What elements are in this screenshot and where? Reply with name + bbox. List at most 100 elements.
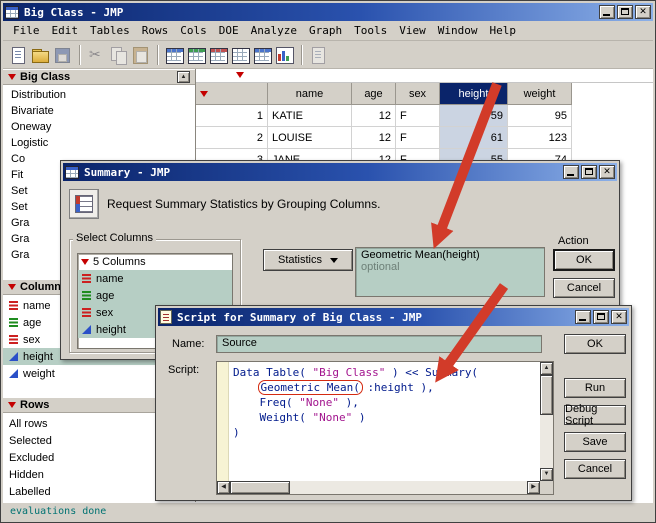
- statistics-button[interactable]: Statistics: [263, 249, 353, 271]
- summary-table-icon[interactable]: [186, 45, 206, 65]
- code-line: ): [233, 425, 539, 440]
- column-label: weight: [23, 367, 55, 380]
- save-icon[interactable]: [52, 45, 72, 65]
- row-number-cell[interactable]: 2: [196, 127, 268, 149]
- column-label: sex: [96, 306, 114, 319]
- ok-button[interactable]: OK: [553, 249, 615, 271]
- sort-table-icon[interactable]: [208, 45, 228, 65]
- summary-dialog-titlebar[interactable]: Summary - JMP ✕: [63, 163, 617, 181]
- statistics-value: Geometric Mean(height): [361, 249, 480, 261]
- minimize-button[interactable]: [575, 310, 591, 324]
- data-table-icon[interactable]: [164, 45, 184, 65]
- scroll-down-icon[interactable]: ▼: [540, 468, 553, 481]
- script-editor[interactable]: Data Table( "Big Class" ) << Summary( Ge…: [216, 361, 554, 495]
- column-header-height[interactable]: height: [440, 83, 508, 105]
- column-header-weight[interactable]: weight: [508, 83, 572, 105]
- annotate-icon[interactable]: [308, 45, 328, 65]
- red-triangle-icon[interactable]: [81, 259, 89, 265]
- menu-cols[interactable]: Cols: [174, 22, 213, 39]
- data-cell[interactable]: KATIE: [268, 105, 352, 127]
- analysis-item[interactable]: Oneway: [3, 119, 195, 135]
- column-header-sex[interactable]: sex: [396, 83, 440, 105]
- statistics-field[interactable]: Geometric Mean(height) optional: [355, 247, 545, 297]
- panel-scroll-up-button[interactable]: ▲: [177, 71, 190, 83]
- close-button[interactable]: ✕: [599, 165, 615, 179]
- menu-graph[interactable]: Graph: [303, 22, 348, 39]
- table-panel-title: Big Class: [20, 71, 71, 83]
- data-cell[interactable]: F: [396, 105, 440, 127]
- menu-rows[interactable]: Rows: [136, 22, 175, 39]
- script-window-titlebar[interactable]: Script for Summary of Big Class - JMP ✕: [158, 308, 629, 326]
- column-header-age[interactable]: age: [352, 83, 396, 105]
- red-triangle-icon[interactable]: [8, 74, 16, 80]
- save-button[interactable]: Save: [564, 432, 626, 452]
- dialog-column-name[interactable]: name: [78, 270, 232, 287]
- chart-icon[interactable]: [274, 45, 294, 65]
- data-cell[interactable]: 12: [352, 127, 396, 149]
- debug-script-button[interactable]: Debug Script: [564, 403, 626, 427]
- data-cell[interactable]: 95: [508, 105, 572, 127]
- columns-menu-red-triangle-icon[interactable]: [236, 72, 244, 78]
- open-folder-icon[interactable]: [30, 45, 50, 65]
- new-doc-icon[interactable]: [8, 45, 28, 65]
- data-cell[interactable]: 12: [352, 105, 396, 127]
- column-label: height: [96, 323, 126, 336]
- close-button[interactable]: ✕: [635, 5, 651, 19]
- name-field[interactable]: Source: [216, 335, 542, 353]
- scroll-up-icon[interactable]: ▲: [540, 362, 553, 375]
- scroll-left-icon[interactable]: ◀: [217, 481, 230, 494]
- menu-file[interactable]: File: [7, 22, 46, 39]
- grid-table-icon[interactable]: [252, 45, 272, 65]
- maximize-button[interactable]: [617, 5, 633, 19]
- script-window-title: Script for Summary of Big Class - JMP: [177, 310, 423, 324]
- scroll-right-icon[interactable]: ▶: [527, 481, 540, 494]
- menu-tables[interactable]: Tables: [84, 22, 136, 39]
- menu-edit[interactable]: Edit: [46, 22, 85, 39]
- ok-button[interactable]: OK: [564, 334, 626, 354]
- join-table-icon[interactable]: [230, 45, 250, 65]
- menu-tools[interactable]: Tools: [348, 22, 393, 39]
- menu-help[interactable]: Help: [483, 22, 522, 39]
- column-header-name[interactable]: name: [268, 83, 352, 105]
- analysis-item[interactable]: Distribution: [3, 87, 195, 103]
- analysis-item[interactable]: Bivariate: [3, 103, 195, 119]
- vertical-scrollbar[interactable]: ▲ ▼: [540, 362, 553, 481]
- data-cell[interactable]: F: [396, 127, 440, 149]
- dialog-column-age[interactable]: age: [78, 287, 232, 304]
- rows-menu-red-triangle-icon[interactable]: [200, 90, 208, 97]
- red-triangle-icon[interactable]: [8, 284, 16, 290]
- vertical-scroll-thumb[interactable]: [540, 375, 553, 415]
- cut-icon[interactable]: [86, 45, 106, 65]
- minimize-button[interactable]: [599, 5, 615, 19]
- main-titlebar[interactable]: Big Class - JMP ✕: [3, 3, 653, 21]
- data-cell[interactable]: 123: [508, 127, 572, 149]
- cancel-button[interactable]: Cancel: [553, 278, 615, 298]
- run-button[interactable]: Run: [564, 378, 626, 398]
- data-cell[interactable]: 59: [440, 105, 508, 127]
- cancel-button[interactable]: Cancel: [564, 459, 626, 479]
- menu-doe[interactable]: DOE: [213, 22, 245, 39]
- copy-icon[interactable]: [108, 45, 128, 65]
- paste-icon[interactable]: [130, 45, 150, 65]
- menu-window[interactable]: Window: [432, 22, 484, 39]
- menu-view[interactable]: View: [393, 22, 432, 39]
- table-corner-cell[interactable]: [196, 83, 268, 105]
- highlighted-code-token: Geometric Mean(: [257, 380, 363, 395]
- grid-top-strip: [196, 69, 653, 83]
- data-cell[interactable]: LOUISE: [268, 127, 352, 149]
- horizontal-scrollbar[interactable]: ◀ ▶: [217, 481, 540, 494]
- minimize-button[interactable]: [563, 165, 579, 179]
- maximize-button[interactable]: [581, 165, 597, 179]
- data-cell[interactable]: 61: [440, 127, 508, 149]
- row-number-cell[interactable]: 1: [196, 105, 268, 127]
- menu-analyze[interactable]: Analyze: [245, 22, 303, 39]
- code-token: "None": [312, 411, 353, 424]
- summary-launcher-icon: [69, 189, 99, 219]
- table-panel-header[interactable]: Big Class ▲: [3, 69, 195, 85]
- analysis-item[interactable]: Logistic: [3, 135, 195, 151]
- horizontal-scroll-thumb[interactable]: [230, 481, 290, 494]
- close-button[interactable]: ✕: [611, 310, 627, 324]
- script-code[interactable]: Data Table( "Big Class" ) << Summary( Ge…: [233, 365, 539, 480]
- maximize-button[interactable]: [593, 310, 609, 324]
- red-triangle-icon[interactable]: [8, 402, 16, 408]
